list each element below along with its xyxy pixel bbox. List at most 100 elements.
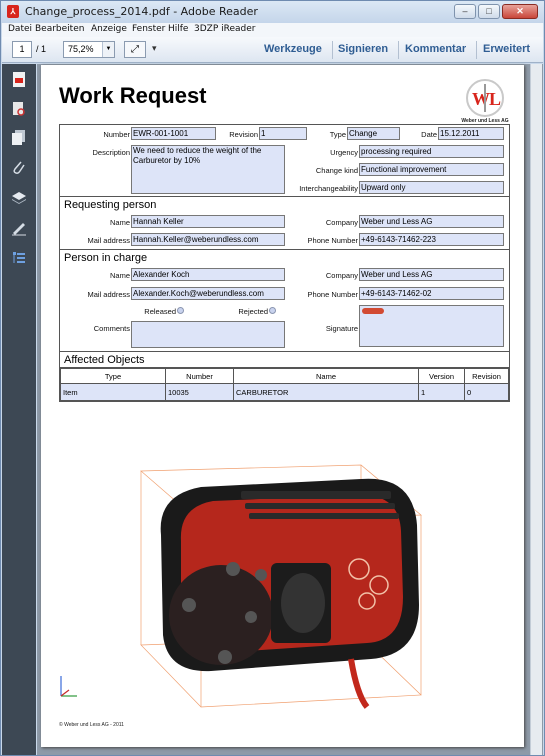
ribs-shape: [241, 491, 399, 519]
column-header-version: Version: [418, 368, 465, 384]
close-button[interactable]: ✕: [502, 4, 538, 19]
charge-name-field[interactable]: Alexander Koch: [131, 268, 285, 281]
svg-text:W: W: [472, 89, 490, 109]
signature-label: Signature: [325, 324, 358, 333]
layers-icon[interactable]: [11, 190, 27, 206]
svg-text:L: L: [489, 89, 501, 109]
requester-phone-field[interactable]: +49-6143-71462-223: [359, 233, 504, 246]
menu-bearbeiten[interactable]: Bearbeiten: [35, 24, 84, 34]
menu-3dzp-ireader[interactable]: 3DZP iReader: [194, 24, 255, 34]
search-page-icon[interactable]: [11, 102, 27, 118]
erweitert-button[interactable]: Erweitert: [483, 43, 530, 55]
adobe-reader-icon: ⅄: [7, 5, 19, 18]
document-title: Work Request: [59, 83, 207, 108]
expand-icon: ⤢: [131, 44, 139, 55]
toolbar: 1 / 1 75,2% ▼ ⤢ ▾ Werkzeuge Signieren Ko…: [2, 37, 543, 63]
released-checkbox[interactable]: [177, 307, 184, 314]
menu-bar: Datei Bearbeiten Anzeige Fenster Hilfe 3…: [2, 23, 543, 37]
menu-hilfe[interactable]: Hilfe: [168, 24, 188, 34]
urgency-field[interactable]: processing required: [359, 145, 504, 158]
work-request-form: Number EWR-001-1001 Revision 1 Type Chan…: [59, 124, 510, 402]
comments-field[interactable]: [131, 321, 285, 348]
document-viewer[interactable]: Work Request W L Weber und Less AG Numbe…: [37, 64, 543, 755]
more-tools-icon[interactable]: ▾: [152, 43, 157, 54]
fit-window-button[interactable]: ⤢: [124, 41, 146, 58]
menu-fenster[interactable]: Fenster: [132, 24, 165, 34]
interchangeability-label: Interchangeability: [299, 184, 358, 193]
toolbar-divider: [398, 41, 399, 59]
company-logo: W L: [466, 79, 504, 117]
company-label: Company: [325, 271, 358, 280]
type-label: Type: [329, 130, 346, 139]
cell-number[interactable]: 10035: [165, 383, 234, 401]
toolbar-divider: [476, 41, 477, 59]
carburetor-3d-model[interactable]: [121, 445, 451, 715]
column-header-name: Name: [233, 368, 419, 384]
date-field[interactable]: 15.12.2011: [438, 127, 504, 140]
attachment-icon[interactable]: [11, 160, 27, 176]
column-header-number: Number: [165, 368, 234, 384]
pdf-page: Work Request W L Weber und Less AG Numbe…: [41, 65, 524, 747]
charge-mail-field[interactable]: Alexander.Koch@weberundless.com: [131, 287, 285, 300]
requester-company-field[interactable]: Weber und Less AG: [359, 215, 504, 228]
requester-name-field[interactable]: Hannah Keller: [131, 215, 285, 228]
requester-mail-field[interactable]: Hannah.Keller@weberundless.com: [131, 233, 285, 246]
table-row: Item 10035 CARBURETOR 1 0: [60, 383, 509, 401]
pages-icon[interactable]: [11, 130, 27, 146]
revision-field[interactable]: 1: [259, 127, 307, 140]
flange-shape: [169, 565, 273, 665]
number-field[interactable]: EWR-001-1001: [131, 127, 216, 140]
pdf-icon[interactable]: [11, 72, 27, 88]
signieren-button[interactable]: Signieren: [338, 43, 388, 55]
copyright-footer: © Weber und Less AG - 2011: [59, 722, 124, 728]
requesting-person-heading: Requesting person: [64, 199, 157, 211]
cell-name[interactable]: CARBURETOR: [233, 383, 419, 401]
kommentar-button[interactable]: Kommentar: [405, 43, 466, 55]
company-label: Company: [325, 218, 358, 227]
date-label: Date: [421, 130, 437, 139]
vertical-scrollbar[interactable]: [530, 64, 542, 755]
signature-field[interactable]: [359, 305, 504, 347]
comments-label: Comments: [93, 324, 130, 333]
chevron-down-icon[interactable]: ▼: [102, 42, 114, 57]
affected-objects-heading: Affected Objects: [60, 352, 509, 368]
menu-datei[interactable]: Datei: [8, 24, 32, 34]
charge-phone-field[interactable]: +49-6143-71462-02: [359, 287, 504, 300]
model-tree-icon[interactable]: [11, 250, 27, 266]
menu-anzeige[interactable]: Anzeige: [91, 24, 127, 34]
revision-label: Revision: [229, 130, 258, 139]
column-header-type: Type: [60, 368, 166, 384]
mail-label: Mail address: [87, 236, 130, 245]
zoom-value: 75,2%: [68, 44, 94, 54]
affected-objects-section: Affected Objects Type Number Name Versio…: [60, 352, 509, 401]
page-number-input[interactable]: 1: [12, 41, 32, 58]
person-in-charge-heading: Person in charge: [64, 252, 148, 264]
signature-marker-icon: [362, 308, 384, 314]
minimize-button[interactable]: –: [454, 4, 476, 19]
charge-company-field[interactable]: Weber und Less AG: [359, 268, 504, 281]
column-header-revision: Revision: [464, 368, 509, 384]
cell-revision[interactable]: 0: [464, 383, 509, 401]
number-label: Number: [103, 130, 130, 139]
sign-icon[interactable]: [11, 220, 27, 236]
description-label: Description: [92, 148, 130, 157]
released-label: Released: [144, 307, 176, 316]
affected-objects-table: Type Number Name Version Revision Item 1…: [60, 368, 509, 401]
cell-version[interactable]: 1: [418, 383, 465, 401]
cell-type[interactable]: Item: [60, 383, 166, 401]
werkzeuge-button[interactable]: Werkzeuge: [264, 43, 322, 55]
table-header-row: Type Number Name Version Revision: [60, 368, 509, 384]
change-kind-field[interactable]: Functional improvement: [359, 163, 504, 176]
app-window: ⅄ Change_process_2014.pdf - Adobe Reader…: [0, 0, 545, 756]
navigation-pane: [2, 64, 36, 755]
interchangeability-field[interactable]: Upward only: [359, 181, 504, 194]
maximize-button[interactable]: □: [478, 4, 500, 19]
type-field[interactable]: Change: [347, 127, 400, 140]
window-title: Change_process_2014.pdf - Adobe Reader: [25, 5, 258, 18]
name-label: Name: [109, 271, 130, 280]
description-field[interactable]: We need to reduce the weight of the Carb…: [131, 145, 285, 194]
rejected-checkbox[interactable]: [269, 307, 276, 314]
zoom-select[interactable]: 75,2% ▼: [63, 41, 115, 58]
urgency-label: Urgency: [330, 148, 358, 157]
name-label: Name: [109, 218, 130, 227]
